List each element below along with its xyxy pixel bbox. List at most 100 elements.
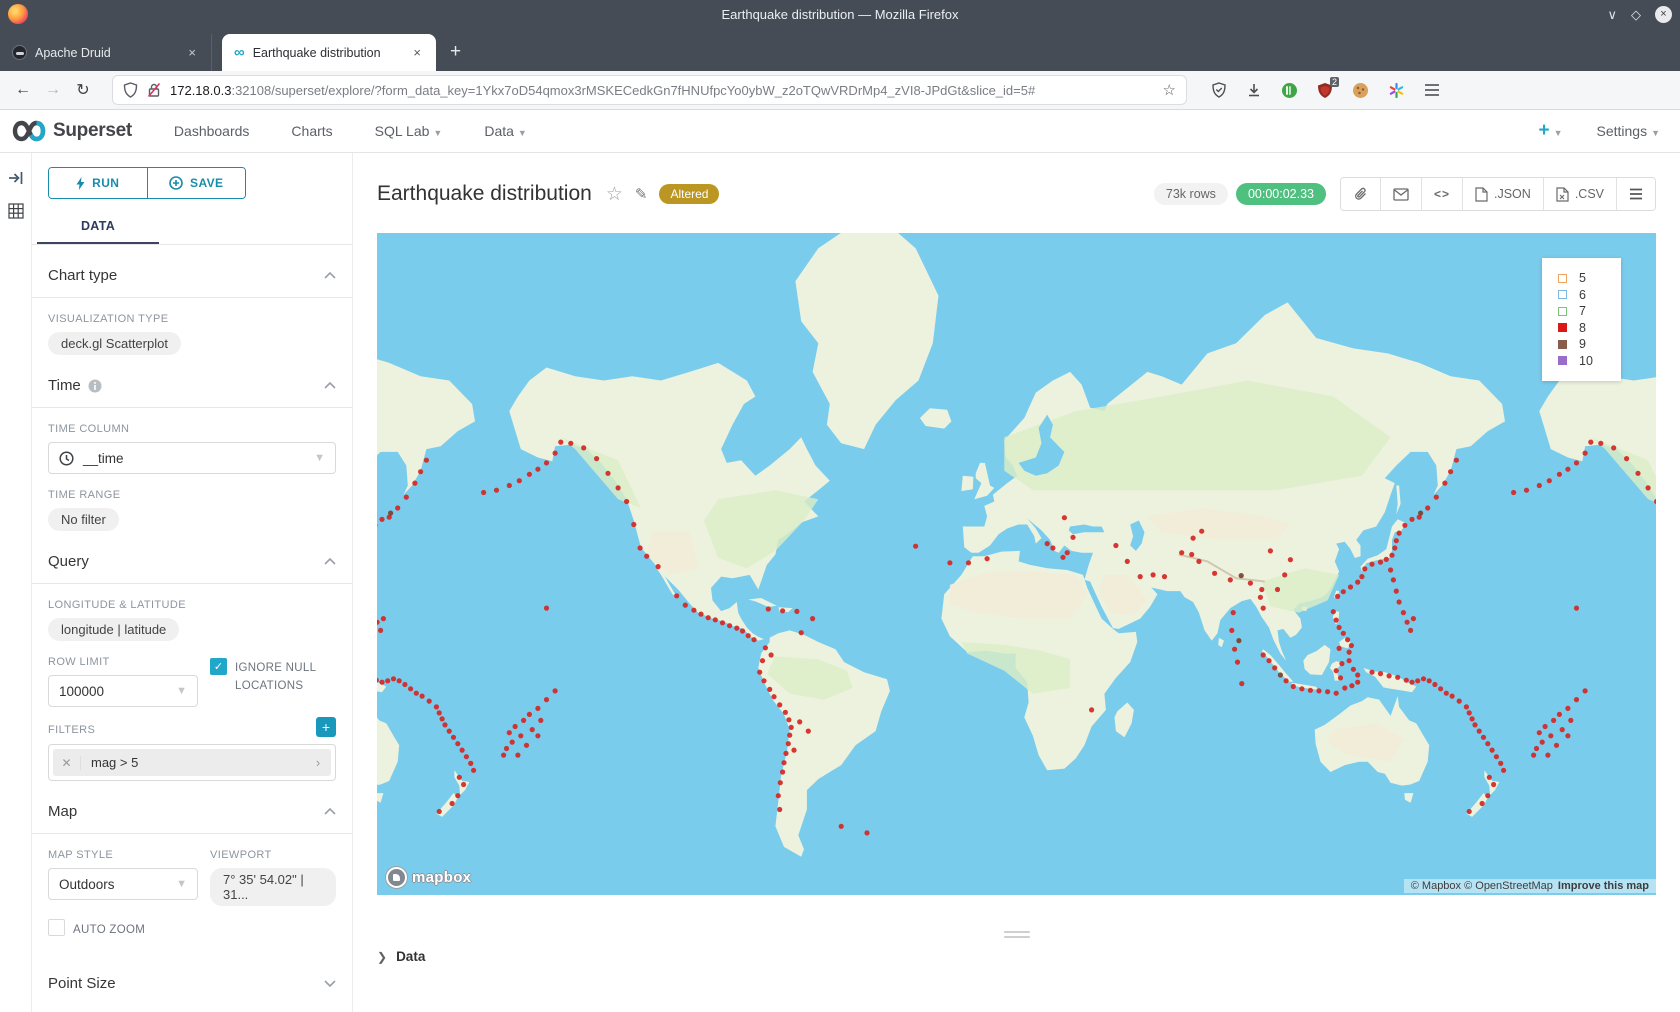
- earthquake-point[interactable]: [757, 670, 762, 675]
- cookie-icon[interactable]: [1352, 82, 1369, 99]
- copy-link-button[interactable]: [1341, 178, 1380, 210]
- earthquake-point[interactable]: [451, 735, 456, 740]
- pinwheel-extension-icon[interactable]: [1388, 82, 1405, 99]
- earthquake-point[interactable]: [1308, 688, 1313, 693]
- earthquake-point[interactable]: [558, 440, 563, 445]
- legend-item[interactable]: 5: [1558, 270, 1621, 287]
- earthquake-point[interactable]: [1611, 445, 1616, 450]
- remove-filter-icon[interactable]: ✕: [53, 756, 81, 770]
- earthquake-point[interactable]: [402, 682, 407, 687]
- earthquake-point[interactable]: [418, 469, 423, 474]
- earthquake-point[interactable]: [1557, 712, 1562, 717]
- earthquake-point[interactable]: [510, 740, 515, 745]
- earthquake-point[interactable]: [624, 499, 629, 504]
- earthquake-point[interactable]: [839, 824, 844, 829]
- earthquake-point[interactable]: [1501, 768, 1506, 773]
- earthquake-point[interactable]: [544, 697, 549, 702]
- earthquake-point[interactable]: [1362, 566, 1367, 571]
- earthquake-point[interactable]: [1480, 801, 1485, 806]
- earthquake-point[interactable]: [786, 717, 791, 722]
- earthquake-point[interactable]: [1490, 748, 1495, 753]
- earthquake-point[interactable]: [1397, 531, 1402, 536]
- earthquake-point[interactable]: [1258, 595, 1263, 600]
- earthquake-point[interactable]: [414, 691, 419, 696]
- earthquake-point[interactable]: [769, 652, 774, 657]
- extension-green-icon[interactable]: [1281, 82, 1298, 99]
- earthquake-point[interactable]: [437, 710, 442, 715]
- earthquake-point[interactable]: [1421, 676, 1426, 681]
- earthquake-point[interactable]: [1231, 610, 1236, 615]
- viz-type-value[interactable]: deck.gl Scatterplot: [48, 332, 181, 355]
- export-csv-button[interactable]: .CSV: [1543, 178, 1616, 210]
- earthquake-point[interactable]: [1065, 550, 1070, 555]
- earthquake-point[interactable]: [1494, 754, 1499, 759]
- earthquake-point[interactable]: [1598, 441, 1603, 446]
- earthquake-point[interactable]: [1045, 541, 1050, 546]
- earthquake-point[interactable]: [515, 753, 520, 758]
- earthquake-point[interactable]: [1337, 625, 1342, 630]
- earthquake-point[interactable]: [1248, 581, 1253, 586]
- earthquake-point[interactable]: [776, 793, 781, 798]
- earthquake-point[interactable]: [698, 612, 703, 617]
- earthquake-point[interactable]: [504, 746, 509, 751]
- earthquake-point[interactable]: [1565, 706, 1570, 711]
- earthquake-point[interactable]: [1487, 775, 1492, 780]
- earthquake-point[interactable]: [553, 451, 558, 456]
- earthquake-point[interactable]: [1342, 685, 1347, 690]
- earthquake-point[interactable]: [1588, 440, 1593, 445]
- earthquake-point[interactable]: [1537, 730, 1542, 735]
- earthquake-point[interactable]: [783, 751, 788, 756]
- earthquake-point[interactable]: [1369, 562, 1374, 567]
- filter-chip[interactable]: ✕ mag > 5 ›: [53, 749, 331, 776]
- earthquake-point[interactable]: [535, 706, 540, 711]
- expand-filter-icon[interactable]: ›: [305, 755, 331, 770]
- earthquake-point[interactable]: [1408, 628, 1413, 633]
- earthquake-point[interactable]: [581, 445, 586, 450]
- earthquake-point[interactable]: [1387, 673, 1392, 678]
- earthquake-point[interactable]: [780, 769, 785, 774]
- earthquake-point[interactable]: [1531, 753, 1536, 758]
- earthquake-point[interactable]: [1635, 471, 1640, 476]
- earthquake-point[interactable]: [1464, 704, 1469, 709]
- earthquake-point[interactable]: [461, 782, 466, 787]
- earthquake-point[interactable]: [720, 620, 725, 625]
- earthquake-point[interactable]: [787, 733, 792, 738]
- earthquake-point[interactable]: [1050, 545, 1055, 550]
- earthquake-point[interactable]: [1351, 667, 1356, 672]
- earthquake-point[interactable]: [1394, 589, 1399, 594]
- earthquake-point[interactable]: [1369, 670, 1374, 675]
- legend-item[interactable]: 10: [1558, 353, 1621, 370]
- earthquake-point[interactable]: [1409, 517, 1414, 522]
- earthquake-point[interactable]: [457, 775, 462, 780]
- earthquake-point[interactable]: [1388, 567, 1393, 572]
- time-column-select[interactable]: __time ▼: [48, 442, 336, 474]
- earthquake-point[interactable]: [1089, 707, 1094, 712]
- favorite-star-icon[interactable]: ☆: [606, 183, 623, 206]
- earthquake-point[interactable]: [683, 603, 688, 608]
- earthquake-point[interactable]: [1228, 577, 1233, 582]
- earthquake-point[interactable]: [913, 544, 918, 549]
- earthquake-point[interactable]: [538, 718, 543, 723]
- earthquake-point[interactable]: [1266, 658, 1271, 663]
- embed-code-button[interactable]: <>: [1421, 178, 1462, 210]
- earthquake-point[interactable]: [783, 710, 788, 715]
- earthquake-point-high-mag[interactable]: [1236, 638, 1241, 643]
- earthquake-point[interactable]: [1261, 652, 1266, 657]
- earthquake-point[interactable]: [1268, 548, 1273, 553]
- time-range-value[interactable]: No filter: [48, 508, 119, 531]
- viewport-value[interactable]: 7° 35' 54.02" | 31...: [210, 868, 336, 906]
- section-point-size[interactable]: Point Size: [48, 953, 336, 1005]
- earthquake-point[interactable]: [691, 608, 696, 613]
- earthquake-point[interactable]: [1316, 688, 1321, 693]
- earthquake-point[interactable]: [1498, 761, 1503, 766]
- earthquake-point[interactable]: [1442, 481, 1447, 486]
- pocket-shield-icon[interactable]: [1211, 82, 1227, 98]
- earthquake-point[interactable]: [395, 505, 400, 510]
- earthquake-point[interactable]: [766, 606, 771, 611]
- earthquake-point[interactable]: [1347, 658, 1352, 663]
- earthquake-point[interactable]: [1355, 680, 1360, 685]
- section-map[interactable]: Map: [48, 781, 336, 833]
- earthquake-point[interactable]: [1331, 609, 1336, 614]
- earthquake-point[interactable]: [777, 702, 782, 707]
- earthquake-point[interactable]: [1349, 683, 1354, 688]
